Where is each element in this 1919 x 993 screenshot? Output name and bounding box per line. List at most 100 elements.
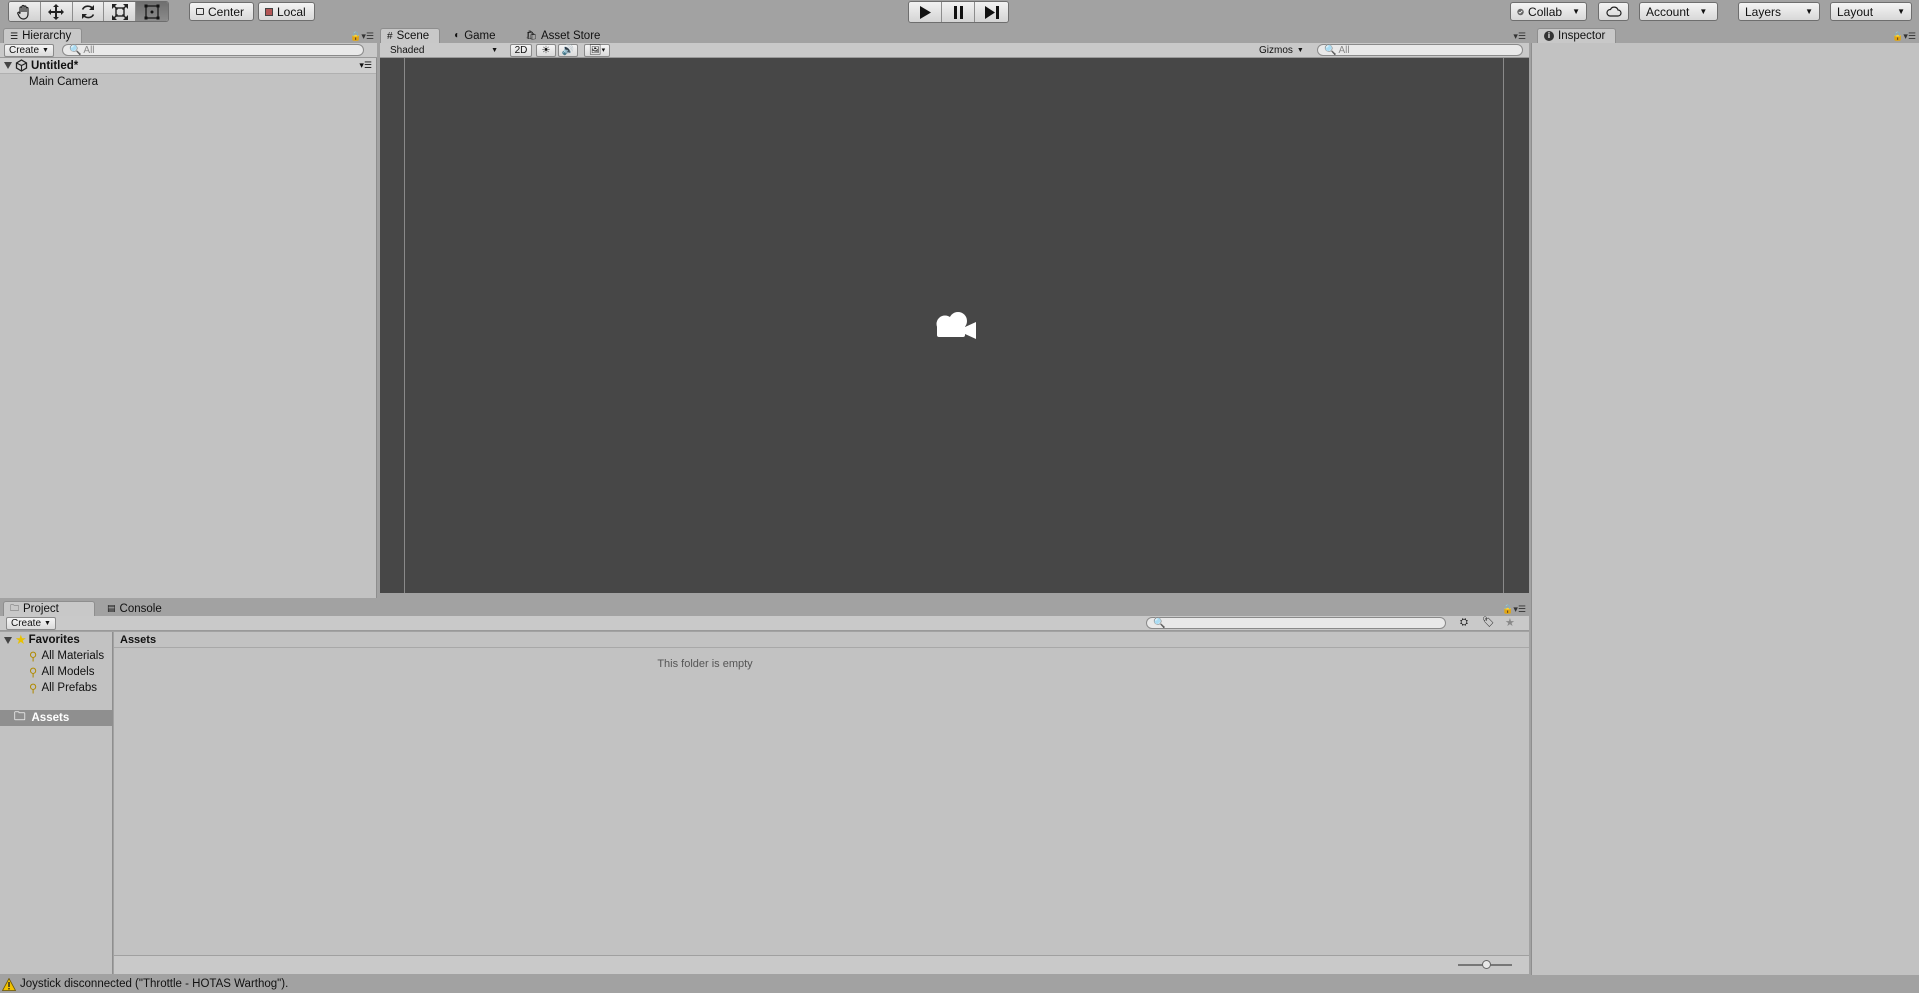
scene-options-icon[interactable]: ▾☰ (359, 60, 372, 71)
inspector-body (1531, 43, 1919, 975)
info-icon: i (1544, 31, 1554, 41)
scale-tool-button[interactable] (104, 2, 137, 21)
step-button[interactable] (975, 2, 1008, 22)
favorite-item-label: All Models (41, 666, 95, 678)
tab-project[interactable]: 🗀 Project (3, 601, 95, 616)
dropdown-arrow-icon: ▼ (1805, 7, 1813, 16)
project-panel: 🗀 Project ▤ Console 🔒▾☰ Create ▼ 🔍 ⛭ 🏷 ★… (0, 601, 1529, 974)
panel-menu-icon[interactable]: 🔒▾☰ (1892, 31, 1916, 42)
project-create-button[interactable]: Create ▼ (6, 616, 56, 630)
inspector-panel: i Inspector 🔒▾☰ (1531, 28, 1919, 975)
scene-search-input[interactable]: 🔍 All (1317, 44, 1523, 56)
search-icon: 🔍 (1153, 617, 1166, 629)
hierarchy-create-button[interactable]: Create ▼ (4, 43, 54, 57)
scene-root-row[interactable]: Untitled* ▾☰ (0, 58, 376, 74)
unity-scene-icon (15, 59, 28, 72)
hierarchy-panel: ☰ Hierarchy 🔒▾☰ Create ▼ 🔍 All Untitled*… (0, 28, 377, 598)
hierarchy-list-icon: ☰ (10, 30, 19, 41)
assets-root-label: Assets (31, 712, 70, 724)
sun-icon: ☀ (541, 44, 551, 56)
favorite-star-icon[interactable]: ★ (1505, 616, 1515, 629)
camera-bounds-right (1503, 58, 1504, 593)
tab-console[interactable]: ▤ Console (101, 601, 172, 616)
toggle-2d-label: 2D (514, 44, 528, 56)
filter-by-type-icon[interactable]: ⛭ (1460, 617, 1468, 628)
move-icon (48, 3, 65, 20)
pivot-mode-toggle[interactable]: Center (189, 2, 254, 21)
panel-menu-icon[interactable]: ▾☰ (1513, 31, 1526, 42)
gizmos-dropdown[interactable]: Gizmos ▼ (1255, 44, 1309, 57)
rect-tool-button[interactable] (136, 2, 168, 21)
toggle-2d-button[interactable]: 2D (510, 43, 532, 57)
hand-tool-button[interactable] (9, 2, 41, 21)
favorite-item-all-materials[interactable]: ⚲ All Materials (0, 648, 112, 664)
tab-scene[interactable]: # Scene (380, 28, 441, 43)
dropdown-arrow-icon: ▼ (44, 619, 51, 627)
asset-store-icon: 🛍 (525, 30, 537, 40)
game-icon: ◐ (454, 30, 461, 41)
camera-bounds-left (404, 58, 405, 593)
rotate-tool-button[interactable] (72, 2, 105, 21)
scene-grid-icon: # (387, 30, 393, 42)
scene-viewport[interactable] (380, 58, 1529, 593)
play-icon (920, 5, 931, 19)
panel-menu-icon[interactable]: 🔒▾☰ (1502, 604, 1526, 615)
layers-dropdown[interactable]: Layers ▼ (1738, 2, 1820, 21)
shading-mode-dropdown[interactable]: Shaded ▼ (386, 44, 502, 57)
dropdown-arrow-icon: ▼ (1572, 7, 1580, 16)
project-search-input[interactable]: 🔍 (1146, 617, 1446, 629)
tab-project-label: Project (23, 603, 59, 615)
cloud-services-button[interactable] (1598, 2, 1629, 21)
local-cube-icon (265, 7, 273, 16)
create-label: Create (9, 44, 40, 56)
image-icon: 🖼 (588, 44, 602, 56)
layout-dropdown[interactable]: Layout ▼ (1830, 2, 1912, 21)
main-toolbar: Center Local Collab ▼ Account ▼ Layers ▼… (0, 0, 1919, 24)
collab-dropdown[interactable]: Collab ▼ (1510, 2, 1587, 21)
expand-triangle-icon (4, 62, 12, 69)
star-icon: ★ (15, 632, 27, 647)
project-folder-tree: ★ Favorites ⚲ All Materials ⚲ All Models… (0, 632, 113, 974)
empty-folder-label: This folder is empty (657, 658, 753, 670)
collab-check-icon (1517, 8, 1524, 15)
speaker-icon: 🔊 (561, 44, 575, 56)
lighting-toggle[interactable]: ☀ (536, 43, 556, 57)
gizmos-label: Gizmos (1259, 44, 1293, 56)
pivot-center-icon (196, 8, 204, 15)
account-label: Account (1646, 4, 1690, 19)
account-dropdown[interactable]: Account ▼ (1639, 2, 1718, 21)
step-icon (984, 5, 999, 19)
dropdown-arrow-icon: ▼ (1296, 46, 1304, 54)
pause-button[interactable] (942, 2, 975, 22)
tab-inspector[interactable]: i Inspector (1537, 28, 1617, 43)
scene-panel: # Scene ◐ Game 🛍 Asset Store ▾☰ Shaded ▼… (380, 28, 1529, 598)
favorites-section[interactable]: ★ Favorites (0, 632, 112, 648)
search-icon: 🔍 (1324, 44, 1337, 56)
search-filter-icon: ⚲ (29, 667, 38, 679)
favorite-item-label: All Prefabs (41, 682, 98, 694)
camera-gizmo-icon[interactable] (931, 309, 979, 343)
project-footer (114, 955, 1529, 974)
hierarchy-search-input[interactable]: 🔍 All (61, 44, 364, 56)
search-filter-icon: ⚲ (29, 683, 38, 695)
audio-toggle[interactable]: 🔊 (558, 43, 578, 57)
breadcrumb[interactable]: Assets (114, 632, 1529, 648)
pivot-rotation-toggle[interactable]: Local (258, 2, 315, 21)
play-button[interactable] (909, 2, 942, 22)
search-placeholder: All (1338, 44, 1350, 56)
icon-size-slider-handle[interactable] (1482, 960, 1491, 969)
favorite-item-all-prefabs[interactable]: ⚲ All Prefabs (0, 680, 112, 696)
filter-by-label-icon[interactable]: 🏷 (1482, 617, 1495, 628)
favorite-item-all-models[interactable]: ⚲ All Models (0, 664, 112, 680)
scale-icon (111, 3, 128, 20)
effects-dropdown[interactable]: 🖼 ▾ (584, 43, 610, 57)
hierarchy-item-main-camera[interactable]: Main Camera (0, 74, 376, 90)
assets-root-item[interactable]: 🗀 Assets (0, 710, 112, 726)
panel-menu-icon[interactable]: 🔒▾☰ (350, 31, 374, 42)
status-bar[interactable]: Joystick disconnected ("Throttle - HOTAS… (0, 975, 1919, 993)
tab-asset-store[interactable]: 🛍 Asset Store (520, 28, 611, 43)
tab-hierarchy[interactable]: ☰ Hierarchy (3, 28, 83, 43)
move-tool-button[interactable] (40, 2, 73, 21)
create-label: Create (11, 617, 42, 629)
tab-game[interactable]: ◐ Game (448, 28, 505, 43)
